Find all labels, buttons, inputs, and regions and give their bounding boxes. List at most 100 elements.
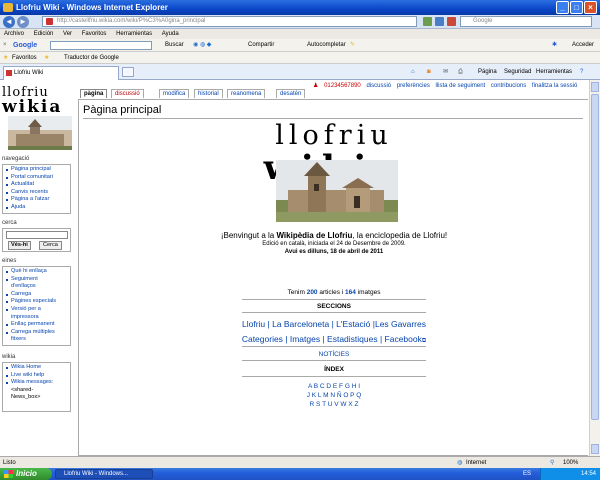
tab-discussion[interactable]: discussió bbox=[111, 89, 144, 98]
logout-link[interactable]: finalitza la sessió bbox=[532, 83, 577, 89]
wiki-search-input[interactable] bbox=[6, 231, 68, 239]
shared-news-box: <shared-News_box> bbox=[11, 386, 41, 400]
news-divider bbox=[242, 360, 426, 361]
nav-help[interactable]: Ajuda bbox=[5, 204, 68, 212]
print-icon[interactable]: ⎙ bbox=[458, 64, 463, 80]
safety-menu[interactable]: Seguridad bbox=[504, 64, 531, 80]
nav-heading: navegació bbox=[2, 156, 30, 162]
news-divider-top bbox=[242, 346, 426, 347]
wikia-heading: wikia bbox=[2, 354, 16, 360]
close-toolbar-icon[interactable]: × bbox=[3, 39, 7, 52]
index-row1[interactable]: A B C D E F G H I bbox=[79, 383, 589, 390]
sections-row2[interactable]: Categories | Imatges | Estadistiques | F… bbox=[79, 334, 589, 345]
start-button[interactable]: Inicio bbox=[0, 468, 52, 480]
menu-archivo[interactable]: Archivo bbox=[4, 31, 24, 37]
favorites-button[interactable]: Favoritos bbox=[12, 52, 37, 64]
refresh-icon[interactable] bbox=[435, 17, 444, 26]
signin-button[interactable]: Acceder bbox=[572, 39, 594, 52]
index-row2[interactable]: J K L M N Ñ O P Q bbox=[79, 392, 589, 399]
back-icon[interactable]: ◄ bbox=[3, 16, 15, 28]
news-link[interactable]: NOTÍCIES bbox=[79, 351, 589, 358]
add-favorite-icon[interactable]: ★ bbox=[44, 52, 49, 64]
sections-row1[interactable]: Llofriu | La Barceloneta | L'Estació |Le… bbox=[79, 319, 589, 329]
language-indicator[interactable]: ES bbox=[523, 468, 531, 480]
tab-edit[interactable]: modifica bbox=[159, 89, 190, 98]
wrench-icon[interactable]: ✱ bbox=[552, 39, 557, 52]
wiki-search-button[interactable]: Cerca bbox=[39, 241, 62, 250]
tab-llofriu-wiki[interactable]: Llofriu Wiki bbox=[3, 66, 119, 80]
tab-page[interactable]: pàgina bbox=[80, 89, 108, 98]
forward-icon[interactable]: ► bbox=[17, 16, 29, 28]
tab-unwatch[interactable]: desatén bbox=[276, 89, 306, 98]
translator-link[interactable]: Traductor de Google bbox=[64, 52, 119, 64]
vertical-scrollbar[interactable] bbox=[589, 80, 600, 456]
new-tab-button[interactable] bbox=[122, 67, 134, 77]
close-button[interactable]: × bbox=[584, 1, 597, 14]
pencil-icon[interactable]: ✎ bbox=[350, 39, 355, 52]
wikia-home-link[interactable]: Wikia Home bbox=[5, 364, 68, 372]
search-input[interactable]: Google bbox=[460, 16, 592, 27]
scroll-up-button[interactable] bbox=[591, 82, 599, 92]
maximize-button[interactable]: □ bbox=[570, 1, 583, 14]
tool-related-changes[interactable]: Seguiment d'enllaços bbox=[5, 276, 57, 291]
autofill-button[interactable]: Autocompletar bbox=[307, 39, 346, 52]
tool-what-links-here[interactable]: Què hi enllaça bbox=[5, 268, 68, 276]
taskbar-ie-window[interactable]: Llofriu Wiki - Windows... bbox=[55, 469, 153, 479]
nav-recent-changes[interactable]: Canvis recents bbox=[5, 189, 68, 197]
discussion-link[interactable]: discussió bbox=[366, 83, 391, 89]
star-icon[interactable]: ★ bbox=[3, 52, 8, 64]
contributions-link[interactable]: contribucions bbox=[491, 83, 526, 89]
wikia-help-link[interactable]: Live wiki help bbox=[5, 372, 68, 380]
church-photo[interactable] bbox=[276, 160, 398, 222]
index-row3[interactable]: R S T U V W X Z bbox=[79, 401, 589, 408]
tab-bar: Llofriu Wiki ⌂ ◙ ✉ ⎙ Página Seguridad He… bbox=[0, 64, 600, 80]
google-search-input[interactable] bbox=[50, 41, 152, 50]
nav-current-events[interactable]: Actualitat bbox=[5, 181, 68, 189]
help-icon[interactable]: ? bbox=[580, 64, 583, 80]
go-button[interactable]: Vés-hi bbox=[8, 241, 31, 250]
feeds-icon[interactable]: ◙ bbox=[427, 64, 431, 80]
minimize-button[interactable]: _ bbox=[556, 1, 569, 14]
wikia-messages-link[interactable]: Wikia messages: bbox=[5, 379, 68, 387]
site-logo[interactable]: llofriu wikia bbox=[2, 86, 74, 150]
menu-ver[interactable]: Ver bbox=[63, 31, 72, 37]
home-icon[interactable]: ⌂ bbox=[411, 64, 415, 80]
menu-herramientas[interactable]: Herramientas bbox=[116, 31, 152, 37]
tool-multi-upload[interactable]: Carrega múltiples fitxers bbox=[5, 329, 67, 344]
menu-edicion[interactable]: Edición bbox=[34, 31, 54, 37]
tool-permanent-link[interactable]: Enllaç permanent bbox=[5, 321, 68, 329]
page-menu[interactable]: Página bbox=[478, 64, 497, 80]
user-link[interactable]: 01234567890 bbox=[324, 83, 361, 89]
menu-bar: Archivo Edición Ver Favoritos Herramient… bbox=[0, 29, 600, 39]
google-search-button[interactable]: Buscar bbox=[165, 39, 184, 52]
watchlist-link[interactable]: llista de seguiment bbox=[436, 83, 486, 89]
toolbar-icons[interactable]: ◉ ◍ ◆ bbox=[193, 39, 211, 52]
menu-favoritos[interactable]: Favoritos bbox=[82, 31, 107, 37]
mail-icon[interactable]: ✉ bbox=[443, 64, 448, 80]
scroll-down-button[interactable] bbox=[591, 444, 599, 454]
tools-heading: eines bbox=[2, 258, 17, 264]
tool-special-pages[interactable]: Pàgines especials bbox=[5, 298, 68, 306]
url-input[interactable]: http://castellfriu.wikia.com/wiki/P%C3%A… bbox=[42, 16, 417, 27]
tool-upload[interactable]: Carrega bbox=[5, 291, 68, 299]
nav-random-page[interactable]: Pàgina a l'atzar bbox=[5, 196, 68, 204]
tab-history[interactable]: historial bbox=[194, 89, 223, 98]
images-count-link[interactable]: 164 bbox=[345, 289, 356, 296]
tool-printable[interactable]: Versió per a impressora bbox=[5, 306, 57, 321]
preferences-link[interactable]: preferències bbox=[397, 83, 430, 89]
share-button[interactable]: Compartir bbox=[248, 39, 274, 52]
tools-menu[interactable]: Herramientas bbox=[536, 64, 572, 80]
nav-main-page[interactable]: Pàgina principal bbox=[5, 166, 68, 174]
scroll-thumb[interactable] bbox=[591, 94, 599, 420]
compatibility-icon[interactable] bbox=[423, 17, 432, 26]
main-logo-line1: llofriu bbox=[275, 120, 393, 151]
wikipedia-llofriu-link[interactable]: Wikipèdia de Llofriu bbox=[276, 231, 352, 240]
window-titlebar: Llofriu Wiki - Windows Internet Explorer… bbox=[0, 0, 600, 15]
tab-move[interactable]: reanomena bbox=[227, 89, 266, 98]
articles-count-link[interactable]: 200 bbox=[307, 289, 318, 296]
nav-community-portal[interactable]: Portal comunitari bbox=[5, 174, 68, 182]
search-heading: cerca bbox=[2, 220, 17, 226]
menu-ayuda[interactable]: Ayuda bbox=[162, 31, 179, 37]
status-bar: Listo ◍ Internet ⚲ 100% bbox=[0, 456, 600, 468]
stop-icon[interactable] bbox=[447, 17, 456, 26]
